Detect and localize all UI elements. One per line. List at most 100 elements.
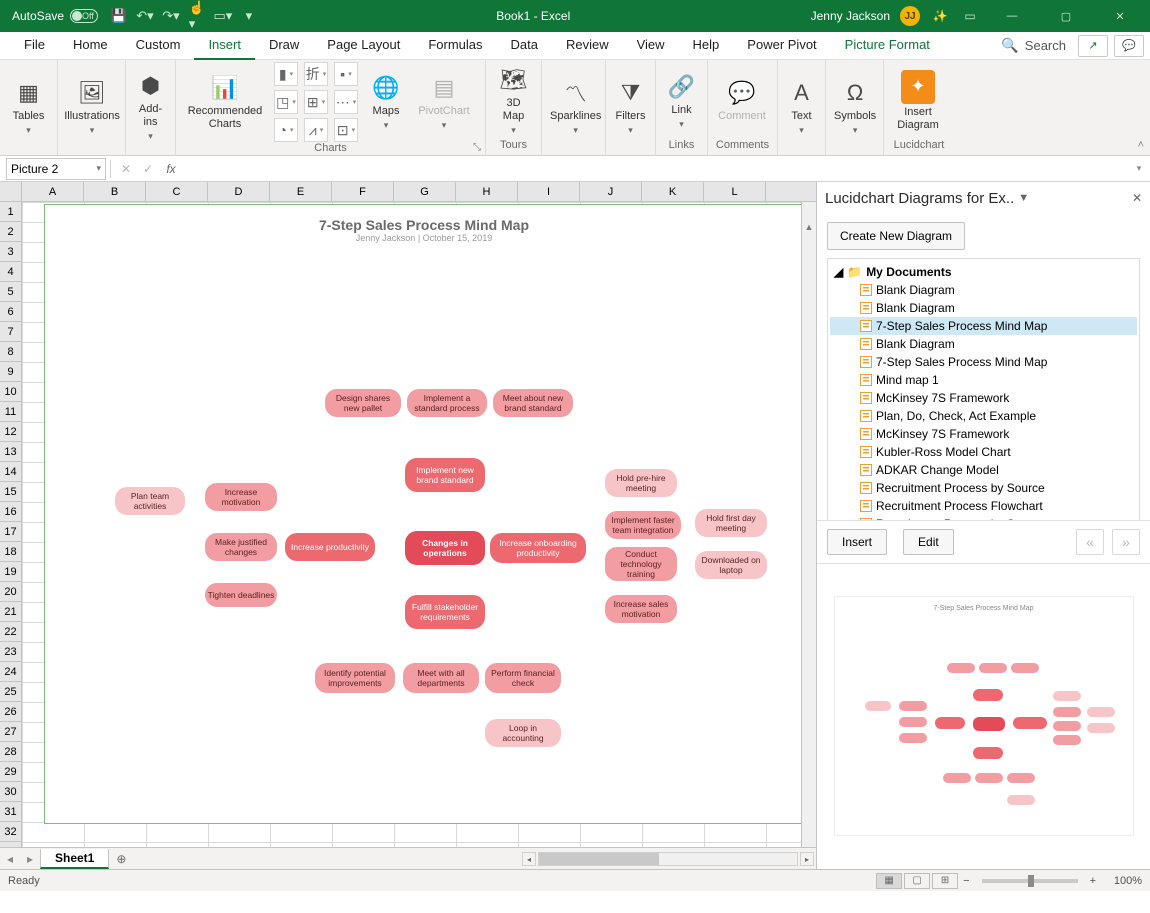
tab-insert[interactable]: Insert <box>194 32 255 60</box>
undo-icon[interactable]: ↶▾ <box>138 9 152 23</box>
row-header[interactable]: 7 <box>0 322 21 342</box>
tab-file[interactable]: File <box>10 32 59 60</box>
col-header[interactable]: D <box>208 182 270 201</box>
collapse-ribbon-icon[interactable]: ˄ <box>1138 139 1144 151</box>
preview-thumbnail[interactable]: 7-Step Sales Process Mind Map <box>834 596 1134 836</box>
col-header[interactable]: H <box>456 182 518 201</box>
maps-button[interactable]: 🌐 Maps ▾ <box>364 73 408 131</box>
autosave-toggle[interactable]: AutoSave Off <box>12 9 94 23</box>
3d-map-button[interactable]: 🗺 3D Map ▾ <box>492 65 535 136</box>
row-header[interactable]: 9 <box>0 362 21 382</box>
col-header[interactable]: L <box>704 182 766 201</box>
row-header[interactable]: 10 <box>0 382 21 402</box>
row-header[interactable]: 5 <box>0 282 21 302</box>
row-header[interactable]: 13 <box>0 442 21 462</box>
row-header[interactable]: 2 <box>0 222 21 242</box>
row-header[interactable]: 20 <box>0 582 21 602</box>
embedded-diagram[interactable]: 7-Step Sales Process Mind Map Jenny Jack… <box>44 204 804 824</box>
accept-formula-icon[interactable]: ✓ <box>137 162 159 176</box>
tab-help[interactable]: Help <box>679 32 734 60</box>
fx-icon[interactable]: fx <box>159 162 183 176</box>
row-header[interactable]: 29 <box>0 762 21 782</box>
row-header[interactable]: 23 <box>0 642 21 662</box>
col-header[interactable]: K <box>642 182 704 201</box>
addins-button[interactable]: ⬢ Add- ins ▾ <box>132 71 169 142</box>
tree-item[interactable]: McKinsey 7S Framework <box>830 389 1137 407</box>
tree-collapse-icon[interactable]: ◢ <box>834 265 843 279</box>
coming-soon-icon[interactable]: ✨ <box>930 9 950 23</box>
filters-button[interactable]: ⧩ Filters ▾ <box>612 78 649 136</box>
save-icon[interactable]: 💾 <box>112 9 126 23</box>
tab-view[interactable]: View <box>623 32 679 60</box>
row-header[interactable]: 24 <box>0 662 21 682</box>
row-header[interactable]: 12 <box>0 422 21 442</box>
insert-button[interactable]: Insert <box>827 529 887 555</box>
maximize-button[interactable]: ▢ <box>1044 0 1088 32</box>
row-header[interactable]: 19 <box>0 562 21 582</box>
row-header[interactable]: 6 <box>0 302 21 322</box>
sheet-nav-prev-icon[interactable]: ◂ <box>0 852 20 866</box>
sheet-tab[interactable]: Sheet1 <box>40 849 109 869</box>
panel-menu-icon[interactable]: ▼ <box>1018 192 1029 204</box>
statistic-chart-icon[interactable]: ⊞ <box>304 90 328 114</box>
qat-customize-icon[interactable]: ▾ <box>242 9 256 23</box>
pie-chart-icon[interactable]: ◔ <box>274 118 298 142</box>
row-header[interactable]: 21 <box>0 602 21 622</box>
normal-view-button[interactable]: ▦ <box>876 873 902 889</box>
column-chart-icon[interactable]: ▮ <box>274 62 298 86</box>
tree-item[interactable]: Plan, Do, Check, Act Example <box>830 407 1137 425</box>
tab-power-pivot[interactable]: Power Pivot <box>733 32 830 60</box>
sheet-nav-next-icon[interactable]: ▸ <box>20 852 40 866</box>
col-header[interactable]: J <box>580 182 642 201</box>
hscroll-left-icon[interactable]: ◂ <box>522 852 536 866</box>
tree-item[interactable]: Blank Diagram <box>830 281 1137 299</box>
document-tree[interactable]: ◢ 📁 My Documents Blank DiagramBlank Diag… <box>827 258 1140 520</box>
cancel-formula-icon[interactable]: ✕ <box>115 162 137 176</box>
hierarchy-chart-icon[interactable]: ◳ <box>274 90 298 114</box>
name-box[interactable]: Picture 2 ▾ <box>6 158 106 180</box>
page-next-button[interactable]: » <box>1112 529 1140 555</box>
expand-formula-bar-icon[interactable]: ▾ <box>1134 163 1150 174</box>
row-header[interactable]: 27 <box>0 722 21 742</box>
user-avatar[interactable]: JJ <box>900 6 920 26</box>
row-header[interactable]: 18 <box>0 542 21 562</box>
tree-item[interactable]: Recruitment Process by Source <box>830 479 1137 497</box>
row-header[interactable]: 25 <box>0 682 21 702</box>
zoom-value[interactable]: 100% <box>1100 875 1142 887</box>
col-header[interactable]: E <box>270 182 332 201</box>
tree-item[interactable]: Recruitment Process Flowchart <box>830 497 1137 515</box>
name-box-dropdown-icon[interactable]: ▾ <box>96 163 101 174</box>
redo-icon[interactable]: ↷▾ <box>164 9 178 23</box>
page-layout-view-button[interactable]: ▢ <box>904 873 930 889</box>
add-sheet-button[interactable]: ⊕ <box>109 852 133 866</box>
row-header[interactable]: 11 <box>0 402 21 422</box>
create-diagram-button[interactable]: Create New Diagram <box>827 222 965 250</box>
tree-item[interactable]: Kubler-Ross Model Chart <box>830 443 1137 461</box>
zoom-slider[interactable] <box>982 879 1078 883</box>
row-header[interactable]: 22 <box>0 622 21 642</box>
share-button[interactable]: ↗ <box>1078 35 1108 57</box>
edit-button[interactable]: Edit <box>903 529 954 555</box>
zoom-in-button[interactable]: + <box>1086 875 1100 887</box>
row-header[interactable]: 28 <box>0 742 21 762</box>
comment-button[interactable]: 💬 Comment <box>714 78 770 123</box>
panel-close-icon[interactable]: ✕ <box>1132 191 1142 205</box>
recommended-charts-button[interactable]: 📊 Recommended Charts <box>182 73 268 131</box>
row-header[interactable]: 1 <box>0 202 21 222</box>
col-header[interactable]: F <box>332 182 394 201</box>
tab-review[interactable]: Review <box>552 32 623 60</box>
col-header[interactable]: A <box>22 182 84 201</box>
row-header[interactable]: 26 <box>0 702 21 722</box>
row-header[interactable]: 32 <box>0 822 21 842</box>
formula-input[interactable] <box>183 158 1134 180</box>
tree-item[interactable]: Mind map 1 <box>830 371 1137 389</box>
touch-mode-icon[interactable]: ☝▾ <box>190 9 204 23</box>
row-header[interactable]: 4 <box>0 262 21 282</box>
charts-dialog-launcher[interactable]: ⤡ <box>473 142 481 153</box>
select-all-button[interactable] <box>0 182 22 201</box>
col-header[interactable]: C <box>146 182 208 201</box>
pivotchart-button[interactable]: ▤ PivotChart ▾ <box>414 73 474 131</box>
col-header[interactable]: B <box>84 182 146 201</box>
tell-me-search[interactable]: 🔍 Search <box>1001 37 1072 54</box>
link-button[interactable]: 🔗 Link ▾ <box>662 72 701 130</box>
